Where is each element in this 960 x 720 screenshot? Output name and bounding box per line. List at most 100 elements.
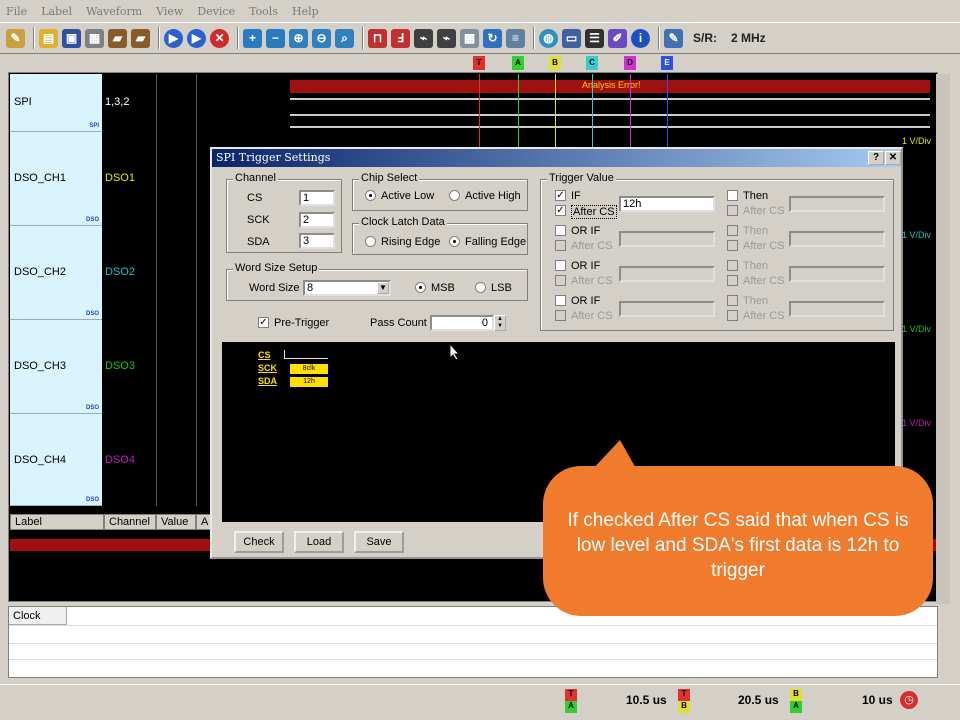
then-checkbox[interactable] bbox=[727, 225, 738, 236]
then-after-cs-checkbox[interactable] bbox=[727, 205, 738, 216]
sck-input[interactable]: 2 bbox=[299, 212, 335, 228]
trigger-value-input[interactable] bbox=[619, 231, 715, 247]
then-after-cs-checkbox[interactable] bbox=[727, 240, 738, 251]
check-button[interactable]: Check bbox=[234, 531, 284, 553]
chevron-down-icon[interactable]: ▼ bbox=[377, 282, 389, 294]
run-icon[interactable]: ▶ bbox=[164, 28, 183, 48]
or-if-checkbox[interactable] bbox=[555, 225, 566, 236]
status-time: 10.5 us bbox=[626, 693, 667, 707]
clock-icon[interactable]: ◷ bbox=[900, 691, 918, 709]
msb-radio[interactable] bbox=[415, 282, 426, 293]
divider bbox=[9, 643, 937, 644]
if-checkbox[interactable]: ✓ bbox=[555, 190, 566, 201]
save-button[interactable]: Save bbox=[354, 531, 404, 553]
then-after-cs-checkbox[interactable] bbox=[727, 275, 738, 286]
trigger-value-input[interactable] bbox=[619, 266, 715, 282]
then-value-input[interactable] bbox=[789, 231, 885, 247]
marker-c[interactable]: C bbox=[586, 56, 598, 70]
menu-label[interactable]: Label bbox=[41, 5, 72, 18]
toolbar-separator bbox=[33, 27, 35, 49]
sda-input[interactable]: 3 bbox=[299, 233, 335, 249]
info-icon[interactable]: i bbox=[631, 28, 650, 48]
marker-b[interactable]: B bbox=[549, 56, 561, 70]
edit-icon[interactable]: ✐ bbox=[608, 28, 627, 48]
toolbar-separator bbox=[533, 27, 535, 49]
channel-label-row[interactable]: DSO_CH1 DSO bbox=[10, 132, 102, 226]
marker-t[interactable]: T bbox=[473, 56, 485, 70]
or-if-checkbox[interactable] bbox=[555, 260, 566, 271]
divider bbox=[9, 659, 937, 660]
help-button[interactable]: ? bbox=[868, 151, 884, 165]
globe-icon[interactable]: ◍ bbox=[539, 28, 558, 48]
menu-help[interactable]: Help bbox=[292, 5, 319, 18]
refresh-icon[interactable]: ↻ bbox=[483, 28, 502, 48]
channel-label-row[interactable]: DSO_CH4 DSO bbox=[10, 414, 102, 506]
column-header-label[interactable]: Label bbox=[10, 514, 104, 530]
channel-label-row[interactable]: SPI SPI bbox=[10, 74, 102, 132]
then-checkbox[interactable] bbox=[727, 260, 738, 271]
zoom-plus-icon[interactable]: ⊕ bbox=[289, 28, 308, 48]
msb-label: MSB bbox=[431, 282, 455, 294]
grid-icon[interactable]: ▦ bbox=[460, 28, 479, 48]
trigger-value-input[interactable]: 12h bbox=[619, 196, 715, 212]
column-header-channel[interactable]: Channel bbox=[104, 514, 156, 530]
marker-a[interactable]: A bbox=[512, 56, 524, 70]
wand-icon[interactable]: ✎ bbox=[6, 28, 25, 48]
then-checkbox[interactable] bbox=[727, 190, 738, 201]
settings-tool-icon[interactable]: ✎ bbox=[664, 28, 683, 48]
window-icon[interactable]: ▭ bbox=[562, 28, 581, 48]
channel-label-row[interactable]: DSO_CH2 DSO bbox=[10, 226, 102, 320]
marker-d[interactable]: D bbox=[624, 56, 636, 70]
trigger-value-input[interactable] bbox=[619, 301, 715, 317]
pass-count-input[interactable]: 0 bbox=[430, 315, 494, 331]
probe-icon[interactable]: ⌁ bbox=[414, 28, 433, 48]
lsb-radio[interactable] bbox=[475, 282, 486, 293]
after-cs-checkbox[interactable] bbox=[555, 240, 566, 251]
column-header-value[interactable]: Value bbox=[156, 514, 196, 530]
pass-count-spinner-icon[interactable]: ▲ ▼ bbox=[494, 315, 506, 331]
run-repeat-icon[interactable]: ▶ bbox=[187, 28, 206, 48]
bus-icon[interactable]: ≡ bbox=[506, 28, 525, 48]
load-button[interactable]: Load bbox=[294, 531, 344, 553]
then-value-input[interactable] bbox=[789, 266, 885, 282]
save-icon[interactable]: ▣ bbox=[62, 28, 81, 48]
vertical-scrollbar[interactable] bbox=[936, 74, 950, 604]
clock-latch-group: Clock Latch Data Rising Edge Falling Edg… bbox=[352, 216, 528, 255]
print-icon[interactable]: ▦ bbox=[85, 28, 104, 48]
zoom-in-icon[interactable]: + bbox=[243, 28, 262, 48]
or-if-checkbox[interactable] bbox=[555, 295, 566, 306]
menu-view[interactable]: View bbox=[156, 5, 183, 18]
menu-device[interactable]: Device bbox=[197, 5, 235, 18]
then-value-input[interactable] bbox=[789, 196, 885, 212]
trigger-icon[interactable]: ⊓ bbox=[368, 28, 387, 48]
active-low-radio[interactable] bbox=[365, 190, 376, 201]
active-high-radio[interactable] bbox=[449, 190, 460, 201]
menu-tools[interactable]: Tools bbox=[249, 5, 278, 18]
zoom-menu-icon[interactable]: ⌕ bbox=[335, 28, 354, 48]
after-cs-checkbox[interactable] bbox=[555, 275, 566, 286]
edge-trigger-icon[interactable]: Ⅎ bbox=[391, 28, 410, 48]
menu-waveform[interactable]: Waveform bbox=[86, 5, 142, 18]
channel-value: 1,3,2 bbox=[105, 96, 130, 108]
falling-edge-radio[interactable] bbox=[449, 236, 460, 247]
new-file-icon[interactable]: ▤ bbox=[39, 28, 58, 48]
channel-label-row[interactable]: DSO_CH3 DSO bbox=[10, 320, 102, 414]
list-icon[interactable]: ☰ bbox=[585, 28, 604, 48]
close-button[interactable]: ✕ bbox=[885, 151, 901, 165]
then-checkbox[interactable] bbox=[727, 295, 738, 306]
pre-trigger-checkbox[interactable]: ✓ bbox=[258, 317, 269, 328]
then-value-input[interactable] bbox=[789, 301, 885, 317]
then-after-cs-checkbox[interactable] bbox=[727, 310, 738, 321]
briefcase-icon[interactable]: ▰ bbox=[108, 28, 127, 48]
stop-icon[interactable]: ✕ bbox=[210, 28, 229, 48]
zoom-minus-icon[interactable]: ⊖ bbox=[312, 28, 331, 48]
zoom-out-icon[interactable]: − bbox=[266, 28, 285, 48]
after-cs-checkbox[interactable]: ✓ bbox=[555, 205, 566, 216]
menu-file[interactable]: File bbox=[6, 5, 27, 18]
probe2-icon[interactable]: ⌁ bbox=[437, 28, 456, 48]
cs-input[interactable]: 1 bbox=[299, 190, 335, 206]
after-cs-checkbox[interactable] bbox=[555, 310, 566, 321]
briefcase2-icon[interactable]: ▰ bbox=[131, 28, 150, 48]
rising-edge-radio[interactable] bbox=[365, 236, 376, 247]
marker-e[interactable]: E bbox=[661, 56, 673, 70]
